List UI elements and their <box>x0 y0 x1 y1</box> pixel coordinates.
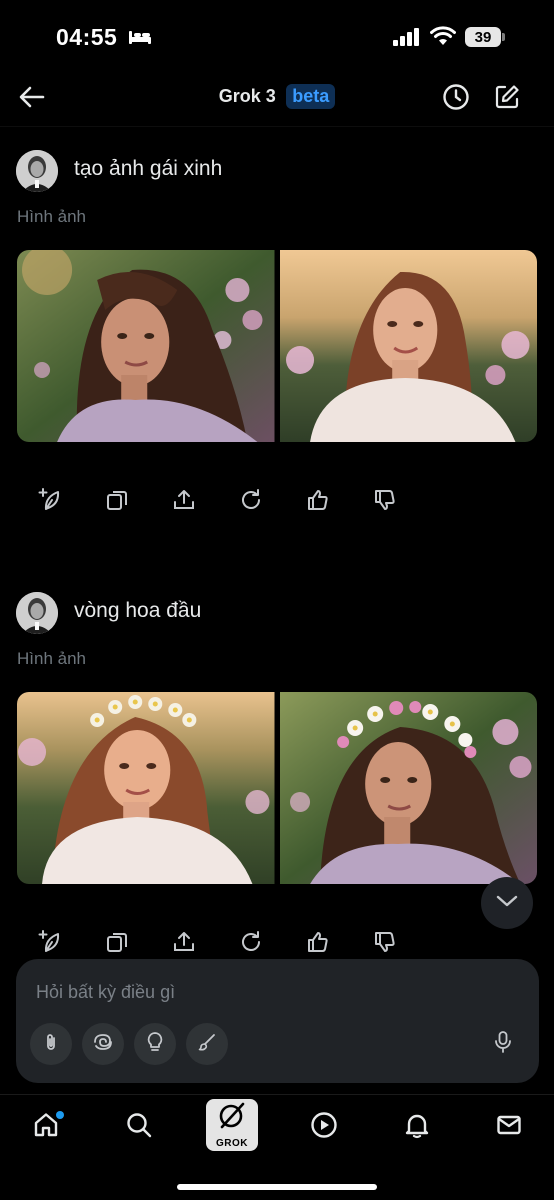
sleep-bed-icon <box>128 29 152 50</box>
edit-image-icon <box>37 487 63 518</box>
nav-search[interactable] <box>117 1105 161 1149</box>
thumbs-up-button[interactable] <box>300 484 336 520</box>
scroll-to-bottom-button[interactable] <box>481 877 533 929</box>
page-title: Grok 3 <box>218 86 276 106</box>
regenerate-button[interactable] <box>233 484 269 520</box>
response-type-label: Hình ảnh <box>17 207 86 226</box>
clock-icon <box>442 83 470 116</box>
brush-icon <box>197 1032 217 1057</box>
user-prompt: tạo ảnh gái xinh <box>74 157 223 180</box>
top-header: Grok 3 beta <box>0 72 554 126</box>
attach-button[interactable] <box>30 1023 72 1065</box>
paperclip-icon <box>41 1032 61 1057</box>
status-time: 04:55 <box>56 24 118 50</box>
battery-indicator: 39 <box>465 27 501 47</box>
share-button[interactable] <box>166 926 202 962</box>
header-divider <box>0 126 554 127</box>
copy-icon <box>105 930 129 959</box>
draw-button[interactable] <box>186 1023 228 1065</box>
thumbs-up-button[interactable] <box>300 926 336 962</box>
edit-image-icon <box>37 929 63 960</box>
lightbulb-icon <box>145 1031 165 1058</box>
regenerate-icon <box>239 930 263 959</box>
battery-cap <box>502 33 505 41</box>
avatar <box>16 150 58 192</box>
ask-input[interactable] <box>36 979 496 1005</box>
generated-images <box>17 692 537 884</box>
bell-icon <box>403 1111 431 1144</box>
cell-signal-icon <box>393 28 421 51</box>
thumbs-down-icon <box>373 488 397 517</box>
edit-image-button[interactable] <box>32 926 68 962</box>
mail-icon <box>495 1111 523 1144</box>
deepsearch-button[interactable] <box>82 1023 124 1065</box>
response-type-label: Hình ảnh <box>17 649 86 668</box>
user-prompt: vòng hoa đầu <box>74 599 202 622</box>
share-button[interactable] <box>166 484 202 520</box>
thumbs-down-icon <box>373 930 397 959</box>
compose-icon <box>493 83 521 116</box>
share-icon <box>172 488 196 517</box>
think-button[interactable] <box>134 1023 176 1065</box>
play-icon <box>310 1111 338 1144</box>
copy-icon <box>105 488 129 517</box>
copy-button[interactable] <box>99 926 135 962</box>
nav-messages[interactable] <box>487 1105 531 1149</box>
home-indicator <box>177 1184 377 1190</box>
generated-images <box>17 250 537 442</box>
chevron-down-icon <box>495 893 519 914</box>
edit-image-button[interactable] <box>32 484 68 520</box>
thumbs-up-icon <box>306 488 330 517</box>
share-icon <box>172 930 196 959</box>
grok-icon <box>216 1101 248 1136</box>
history-button[interactable] <box>440 83 472 115</box>
generated-image[interactable] <box>17 692 275 884</box>
nav-home[interactable] <box>24 1105 68 1149</box>
response-actions <box>0 484 554 520</box>
thumbs-down-button[interactable] <box>367 926 403 962</box>
generated-image[interactable] <box>17 250 275 442</box>
status-bar: 04:55 39 <box>0 0 554 72</box>
response-actions <box>0 926 554 962</box>
copy-button[interactable] <box>99 484 135 520</box>
generated-image[interactable] <box>279 250 537 442</box>
wifi-icon <box>430 26 456 51</box>
thumbs-up-icon <box>306 930 330 959</box>
regenerate-button[interactable] <box>233 926 269 962</box>
avatar <box>16 592 58 634</box>
nav-notifications[interactable] <box>395 1105 439 1149</box>
nav-video[interactable] <box>302 1105 346 1149</box>
thumbs-down-button[interactable] <box>367 484 403 520</box>
generated-image[interactable] <box>279 692 537 884</box>
new-chat-button[interactable] <box>491 83 523 115</box>
microphone-icon <box>492 1030 514 1059</box>
grok-label: GROK <box>216 1138 248 1149</box>
regenerate-icon <box>239 488 263 517</box>
message-composer <box>16 959 539 1083</box>
nav-grok[interactable]: GROK <box>206 1099 258 1151</box>
search-icon <box>125 1111 153 1144</box>
notification-dot <box>56 1111 64 1119</box>
voice-input-button[interactable] <box>486 1027 520 1061</box>
swirl-icon <box>92 1031 114 1058</box>
beta-badge: beta <box>286 84 336 109</box>
